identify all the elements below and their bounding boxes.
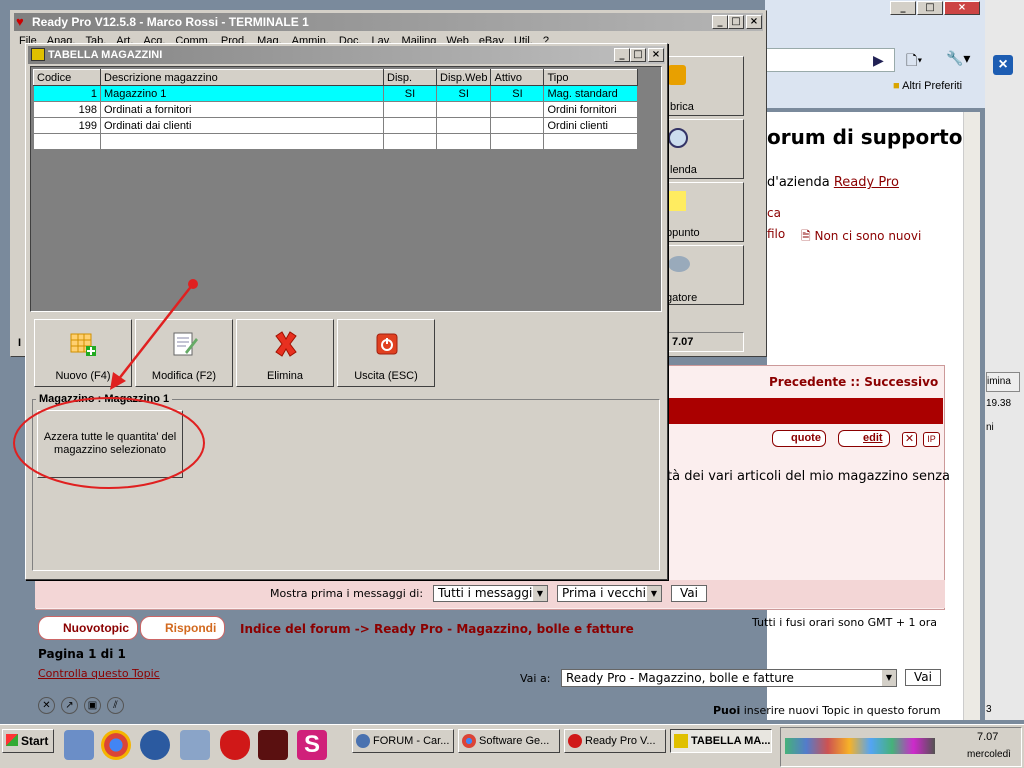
taskbar-item-readypro[interactable]: Ready Pro V... <box>564 729 666 753</box>
taskbar-item-forum[interactable]: FORUM - Car... <box>352 729 454 753</box>
taskbar-item-software[interactable]: Software Ge... <box>458 729 560 753</box>
chrome-icon[interactable] <box>101 730 131 760</box>
strawberry-icon[interactable] <box>220 730 250 760</box>
system-tray: 7.07 mercoledì <box>780 727 1022 767</box>
start-button[interactable]: Start <box>2 729 54 753</box>
network-places-icon[interactable] <box>180 730 210 760</box>
app-red-cube-icon[interactable] <box>258 730 288 760</box>
taskbar: Start S FORUM - Car... Software Ge... Re… <box>0 724 1024 768</box>
annotation-arrow-line <box>117 283 194 381</box>
thunderbird-icon[interactable] <box>140 730 170 760</box>
browser-icon <box>356 734 370 748</box>
taskbar-item-tabella[interactable]: TABELLA MA... <box>670 729 772 753</box>
s-app-icon[interactable]: S <box>297 730 327 760</box>
clock-time[interactable]: 7.07 <box>977 731 998 743</box>
tabella-small-icon <box>674 734 688 748</box>
strawberry-small-icon <box>568 734 582 748</box>
clock-day[interactable]: mercoledì <box>967 749 1011 760</box>
annotation-ellipse <box>13 397 205 489</box>
network-computer-icon[interactable] <box>64 730 94 760</box>
chrome-small-icon <box>462 734 476 748</box>
annotation-overlay <box>13 279 205 489</box>
windows-logo-icon <box>6 734 18 746</box>
annotation-dot <box>188 279 198 289</box>
tray-icons[interactable] <box>785 738 935 754</box>
